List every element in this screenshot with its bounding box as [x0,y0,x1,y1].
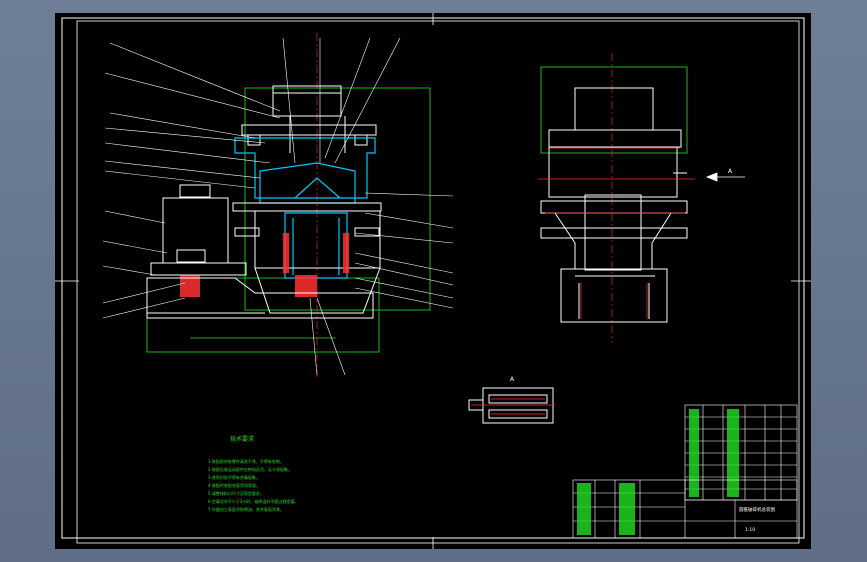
notes-heading: 技术要求 [230,435,254,443]
note-line: 7.外露加工表面涂防锈油，其余表面涂漆。 [208,506,284,512]
parts-list [684,404,798,501]
detail-view-a: A [468,376,555,424]
note-line: 6.空载试车不少于2小时，轴承温升不超过规定值。 [208,498,298,504]
drawing-scale: 1:10 [745,527,755,533]
bearing-hatch [180,233,349,297]
side-view-label: A [728,168,733,175]
note-line: 1.装配前所有零件清洗干净，不得有毛刺。 [208,458,284,464]
side-view: A [538,53,745,343]
side-view-body [540,87,688,323]
note-line: 4.装配时各配合面涂润滑油。 [208,482,260,488]
title-block-entries [577,483,635,535]
main-section-view [102,33,454,378]
leader-lines [102,37,454,376]
drawing-canvas: A A 技术要求 1.装配前所有零件清洗干净，不得有毛刺。 2.装配后各运动部件… [55,13,811,549]
detail-view-label: A [510,376,515,383]
note-line: 5.调整排料口尺寸至规定要求。 [208,490,264,496]
crushing-chamber [234,137,376,279]
drive-motor [150,184,247,276]
cad-drawing: A A 技术要求 1.装配前所有零件清洗干净，不得有毛刺。 2.装配后各运动部件… [55,13,811,549]
drawing-title: 圆锥破碎机总装图 [739,506,775,513]
overall-dimension-frames [146,87,431,353]
technical-notes: 技术要求 1.装配前所有零件清洗干净，不得有毛刺。 2.装配后各运动部件应转动灵… [208,435,298,512]
view-arrow [705,172,745,182]
side-view-dimension-frame [540,66,688,154]
note-line: 2.装配后各运动部件应转动灵活，无卡滞现象。 [208,466,292,472]
side-view-bolts [538,147,695,319]
note-line: 3.各密封处不得有渗漏现象。 [208,474,260,480]
